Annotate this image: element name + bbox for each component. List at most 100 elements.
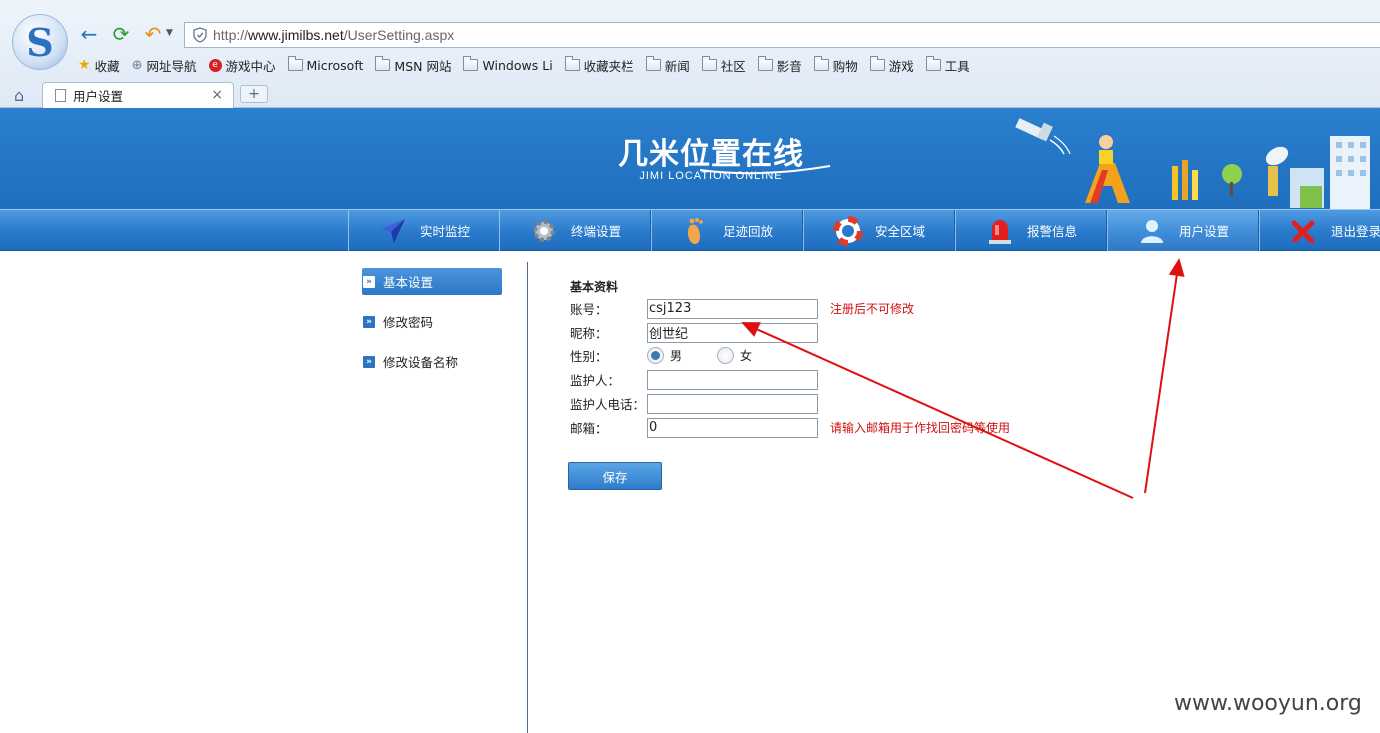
gender-row: 性别： 男 女 (570, 345, 752, 366)
sidebar-item[interactable]: » 修改设备名称 (362, 348, 502, 375)
bookmark-label: Windows Li (482, 57, 553, 73)
nav-tab-label: 终端设置 (570, 224, 621, 239)
bookmark-label: 新闻 (664, 58, 690, 74)
account-hint: 注册后不可修改 (830, 302, 915, 316)
bookmark-item[interactable]: 社区 (701, 56, 746, 75)
bookmark-item[interactable]: 工具 (925, 56, 970, 75)
nickname-row: 昵称： (570, 322, 818, 343)
gender-male-label: 男 (670, 349, 683, 363)
shield-icon (193, 27, 207, 43)
folder-icon (813, 56, 829, 71)
folder-icon (463, 56, 479, 71)
email-field[interactable] (647, 417, 818, 438)
guardian-field[interactable] (647, 369, 818, 390)
main-nav: 实时监控 终端设置 足迹回放 安全区域 报警信息 用户设置 退出登录 (0, 209, 1380, 251)
sidebar-item[interactable]: » 基本设置 (362, 268, 502, 295)
nav-tab[interactable]: 足迹回放 (651, 210, 803, 251)
bookmark-item[interactable]: e 游戏中心 (208, 56, 276, 75)
home-icon[interactable]: ⌂ (14, 86, 24, 105)
nav-tab[interactable]: 安全区域 (803, 210, 955, 251)
bookmark-label: 收藏夹栏 (583, 58, 634, 74)
bookmark-label: 游戏 (888, 58, 914, 74)
header-illustration (699, 118, 1370, 209)
guardian-phone-field[interactable] (647, 393, 818, 414)
arrow-to-user-settings-tab (1144, 258, 1185, 494)
refresh-icon[interactable]: ⟳ (110, 23, 132, 45)
tab-title: 用户设置 (73, 89, 124, 104)
bookmark-item[interactable]: 新闻 (645, 56, 690, 75)
lifebuoy-icon (832, 215, 863, 246)
bookmark-label: 游戏中心 (225, 58, 276, 74)
double-arrow-icon: » (363, 355, 375, 368)
trees-illustration (1172, 160, 1242, 200)
bookmark-label: 工具 (944, 58, 970, 74)
character-illustration (1085, 135, 1130, 203)
gender-female-radio[interactable] (717, 347, 735, 364)
nav-tab-label: 用户设置 (1178, 224, 1229, 239)
sidebar-item-label: 基本设置 (383, 275, 434, 290)
save-button[interactable]: 保存 (568, 462, 662, 490)
account-field[interactable] (647, 298, 818, 319)
dropdown-caret-icon[interactable]: ▼ (166, 28, 173, 38)
browser-logo-icon[interactable]: S (12, 14, 68, 70)
undo-icon[interactable]: ↶ (142, 23, 164, 45)
folder-icon (375, 56, 391, 71)
nav-tab[interactable]: 退出登录 (1259, 210, 1380, 251)
guardian-row: 监护人： (570, 369, 818, 390)
bookmark-item[interactable]: ★ 收藏 (78, 56, 120, 75)
browser-chrome: S ← ⟳ ↶ ▼ http://www.jimilbs.net/UserSet… (0, 0, 1380, 108)
folder-icon (287, 56, 303, 71)
sidebar-item[interactable]: » 修改密码 (362, 308, 502, 335)
folder-icon (564, 56, 580, 71)
gender-male-radio[interactable] (647, 347, 664, 364)
red-x-icon (1289, 216, 1319, 246)
folder-icon (757, 56, 773, 71)
nav-tab[interactable]: 用户设置 (1107, 210, 1259, 251)
bookmark-item[interactable]: MSN 网站 (375, 56, 451, 75)
nav-tab-label: 报警信息 (1026, 224, 1077, 239)
logo-swoosh (699, 165, 831, 175)
bookmark-label: 影音 (776, 58, 802, 74)
bookmark-item[interactable]: Windows Li (463, 56, 553, 73)
globe-icon: ⊕ (131, 57, 143, 73)
email-label: 邮箱： (570, 421, 608, 436)
bookmark-item[interactable]: 收藏夹栏 (564, 56, 634, 75)
nickname-label: 昵称： (570, 326, 608, 341)
nav-tab-label: 足迹回放 (722, 224, 773, 239)
game-icon: e (208, 58, 222, 72)
watermark: www.wooyun.org (1174, 691, 1362, 716)
gender-label: 性别： (570, 349, 608, 364)
nickname-field[interactable] (647, 322, 818, 343)
close-tab-icon[interactable]: × (211, 87, 223, 103)
site-header: 几米位置在线 JIMI LOCATION ONLINE (0, 108, 1380, 209)
address-bar[interactable]: http://www.jimilbs.net/UserSetting.aspx (184, 22, 1380, 48)
paper-plane-icon (378, 216, 408, 246)
nav-tab-label: 退出登录 (1330, 224, 1380, 239)
browser-tab[interactable]: 用户设置 × (42, 82, 234, 108)
nav-tab[interactable]: 实时监控 (348, 210, 500, 251)
bookmark-item[interactable]: Microsoft (287, 56, 363, 73)
new-tab-button[interactable]: + (240, 85, 268, 103)
bookmarks-bar: ★ 收藏 ⊕ 网址导航 e 游戏中心 Microsoft MSN 网站 Windows Li 收藏… (78, 56, 982, 74)
folder-icon (701, 56, 717, 71)
tab-strip: ⌂ 用户设置 × + (0, 80, 1380, 108)
alarm-light-icon (985, 216, 1015, 246)
account-row: 账号： 注册后不可修改 (570, 298, 914, 319)
nav-tab[interactable]: 终端设置 (499, 210, 651, 251)
satellite-icon (1015, 118, 1071, 155)
url-text[interactable]: http://www.jimilbs.net/UserSetting.aspx (213, 27, 454, 43)
section-title: 基本资料 (570, 280, 619, 294)
bookmark-item[interactable]: 购物 (813, 56, 858, 75)
nav-tab-label: 安全区域 (874, 224, 925, 239)
bookmark-item[interactable]: 游戏 (869, 56, 914, 75)
back-arrow-icon[interactable]: ← (78, 23, 100, 45)
nav-tab-label: 实时监控 (419, 224, 470, 239)
star-icon: ★ (78, 57, 91, 73)
footprint-icon (681, 216, 711, 246)
bookmark-item[interactable]: ⊕ 网址导航 (132, 56, 197, 75)
content-divider (527, 262, 528, 733)
guardian-label: 监护人： (570, 373, 621, 388)
email-hint: 请输入邮箱用于作找回密码等使用 (830, 421, 1011, 435)
bookmark-item[interactable]: 影音 (757, 56, 802, 75)
nav-tab[interactable]: 报警信息 (955, 210, 1107, 251)
